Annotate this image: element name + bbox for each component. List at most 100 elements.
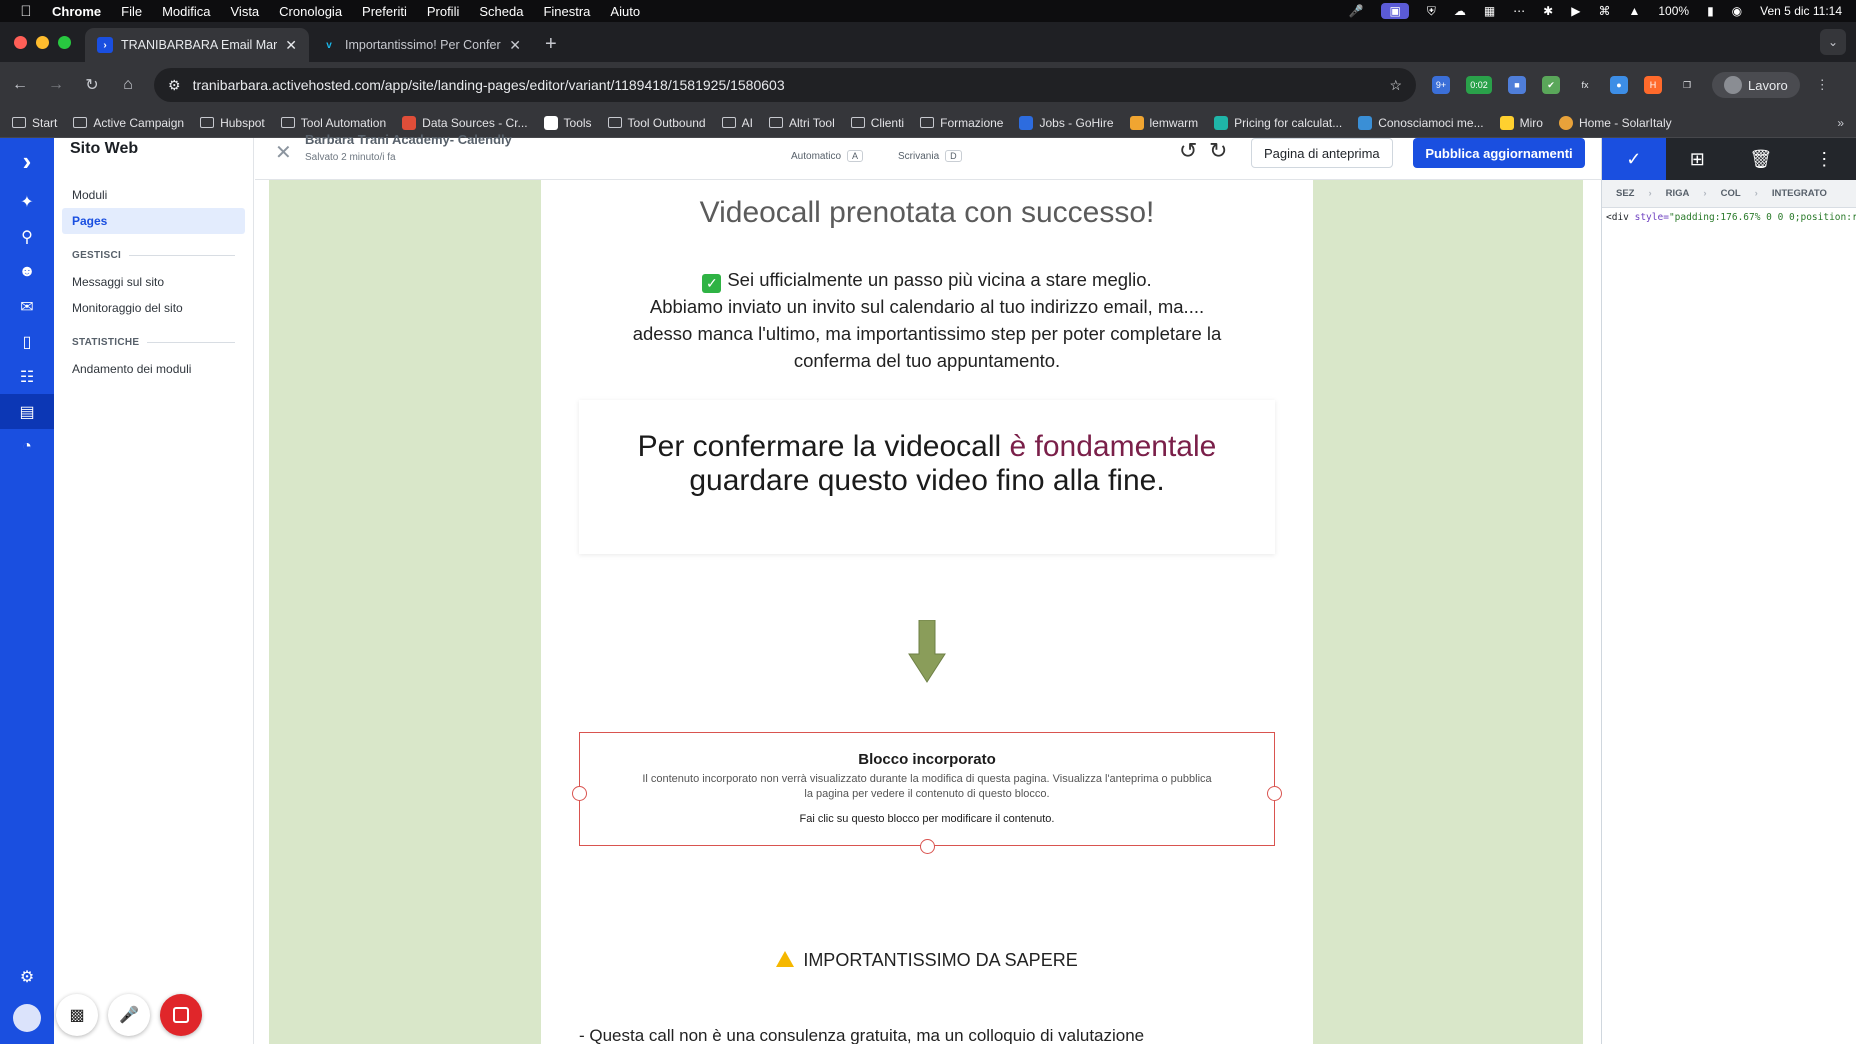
sidebar-item-monitoraggio[interactable]: Monitoraggio del sito: [62, 295, 245, 321]
bluetooth-icon[interactable]: ✱: [1543, 4, 1553, 18]
reports-icon[interactable]: ◔: [0, 429, 54, 464]
sidebar-item-andamento[interactable]: Andamento dei moduli: [62, 356, 245, 382]
delete-trash-icon[interactable]: 🗑: [1729, 138, 1793, 180]
preview-button[interactable]: Pagina di anteprima: [1251, 138, 1393, 168]
home-icon[interactable]: ⌂: [118, 76, 138, 94]
bookmark-ai[interactable]: AI: [721, 116, 753, 130]
bookmark-tools[interactable]: Tools: [543, 115, 592, 130]
bookmark-star-icon[interactable]: ☆: [1389, 77, 1402, 94]
resize-handle-bottom[interactable]: [920, 839, 935, 854]
search-icon[interactable]: ⚲: [0, 219, 54, 254]
clock[interactable]: Ven 5 dic 11:14: [1760, 4, 1842, 18]
sidebar-item-messaggi[interactable]: Messaggi sul sito: [62, 269, 245, 295]
email-icon[interactable]: ✉: [0, 289, 54, 324]
profile-button[interactable]: Lavoro: [1712, 72, 1800, 98]
stop-recording-button[interactable]: [160, 994, 202, 1036]
screen-share-icon[interactable]: ▣: [1381, 3, 1409, 19]
close-editor-icon[interactable]: ✕: [275, 140, 292, 165]
cloud-icon[interactable]: ☁: [1454, 4, 1466, 18]
contacts-icon[interactable]: ☻: [0, 254, 54, 289]
site-settings-icon[interactable]: ⚙: [168, 77, 181, 94]
mode-automatic[interactable]: Automatico A: [791, 150, 864, 162]
apple-icon[interactable]: : [0, 3, 52, 20]
confirm-callout-box[interactable]: Per confermare la videocall è fondamenta…: [579, 400, 1275, 554]
tab-search-button[interactable]: ⌄: [1820, 29, 1846, 55]
menu-file[interactable]: File: [121, 4, 142, 19]
settings-gear-icon[interactable]: ⚙: [0, 959, 54, 994]
crumb-row[interactable]: RIGA: [1652, 188, 1704, 199]
bookmark-solaritaly[interactable]: Home - SolarItaly: [1558, 115, 1672, 130]
shield-icon[interactable]: ⛨: [1427, 4, 1436, 19]
crumb-embed[interactable]: INTEGRATO: [1758, 188, 1841, 199]
bookmark-formazione[interactable]: Formazione: [920, 116, 1003, 130]
grid-icon[interactable]: ▦: [1484, 4, 1495, 18]
page-content-column[interactable]: Videocall prenotata con successo! ✓ Sei u…: [541, 180, 1313, 1044]
new-tab-button[interactable]: +: [533, 33, 569, 62]
page-name[interactable]: Barbara Trani Academy- Calendly: [305, 132, 512, 147]
more-bookmarks-icon[interactable]: »: [1837, 116, 1844, 130]
minimize-window-button[interactable]: [36, 35, 49, 49]
automation-icon[interactable]: ☷: [0, 359, 54, 394]
bookmark-start[interactable]: Start: [12, 116, 57, 130]
signal-icon[interactable]: ▲: [1628, 4, 1640, 18]
extension-icon[interactable]: 9+: [1432, 76, 1450, 94]
bookmark-pricing[interactable]: Pricing for calculat...: [1214, 115, 1342, 130]
play-circle-icon[interactable]: ▶: [1571, 4, 1580, 18]
user-avatar[interactable]: [13, 1004, 41, 1032]
microphone-icon[interactable]: 🎤: [1349, 4, 1364, 18]
page-headline[interactable]: Videocall prenotata con successo!: [541, 196, 1313, 230]
bookmark-hubspot[interactable]: Hubspot: [200, 116, 265, 130]
bookmark-tool-automation[interactable]: Tool Automation: [280, 116, 386, 130]
close-window-button[interactable]: [14, 35, 27, 49]
puzzle-icon[interactable]: ❐: [1678, 76, 1696, 94]
menu-preferiti[interactable]: Preferiti: [362, 4, 407, 19]
crumb-column[interactable]: COL: [1707, 188, 1755, 199]
microphone-icon[interactable]: 🎤: [108, 994, 150, 1036]
bookmark-conosciamoci[interactable]: Conosciamoci me...: [1358, 115, 1484, 130]
wifi-icon[interactable]: ⌘: [1598, 4, 1610, 18]
url-text[interactable]: tranibarbara.activehosted.com/app/site/l…: [193, 77, 1378, 93]
extension-icon[interactable]: ✔: [1542, 76, 1560, 94]
maximize-window-button[interactable]: [58, 35, 71, 49]
important-heading[interactable]: IMPORTANTISSIMO DA SAPERE: [541, 950, 1313, 971]
crumb-section[interactable]: SEZ: [1602, 188, 1648, 199]
bookmark-data-sources[interactable]: Data Sources - Cr...: [402, 115, 528, 130]
battery-icon[interactable]: ▮: [1707, 4, 1714, 18]
menu-finestra[interactable]: Finestra: [543, 4, 590, 19]
embed-code-textarea[interactable]: <div style="padding:176.67% 0 0 0;positi…: [1602, 208, 1856, 227]
menu-cronologia[interactable]: Cronologia: [279, 4, 342, 19]
bookmark-tool-outbound[interactable]: Tool Outbound: [607, 116, 706, 130]
website-icon[interactable]: ▤: [0, 394, 54, 429]
resize-handle-left[interactable]: [572, 786, 587, 801]
menu-app[interactable]: Chrome: [52, 4, 101, 19]
activecampaign-logo-icon[interactable]: ›: [0, 138, 54, 184]
bookmark-active-campaign[interactable]: Active Campaign: [73, 116, 184, 130]
bookmark-lemwarm[interactable]: lemwarm: [1129, 115, 1198, 130]
duplicate-block-icon[interactable]: ⊞: [1666, 138, 1730, 180]
back-icon[interactable]: ←: [10, 76, 30, 94]
confirm-check-icon[interactable]: ✓: [1602, 138, 1666, 180]
sidebar-item-pages[interactable]: Pages: [62, 208, 245, 234]
address-bar[interactable]: ⚙ tranibarbara.activehosted.com/app/site…: [154, 68, 1416, 102]
function-extension-icon[interactable]: fx: [1576, 76, 1594, 94]
bookmark-gohire[interactable]: Jobs - GoHire: [1019, 115, 1114, 130]
timer-extension-icon[interactable]: 0:02: [1466, 76, 1492, 94]
close-tab-icon[interactable]: ✕: [285, 37, 297, 54]
reload-icon[interactable]: ↻: [82, 75, 102, 95]
forward-icon[interactable]: →: [46, 76, 66, 94]
close-tab-icon[interactable]: ✕: [509, 37, 521, 54]
tab-activecampaign[interactable]: › TRANIBARBARA Email Marketing ✕: [85, 28, 309, 62]
hubspot-extension-icon[interactable]: H: [1644, 76, 1662, 94]
menu-vista[interactable]: Vista: [231, 4, 260, 19]
bookmark-miro[interactable]: Miro: [1499, 115, 1543, 130]
info-bullet[interactable]: - Questa call non è una consulenza gratu…: [579, 1026, 1299, 1044]
menu-scheda[interactable]: Scheda: [479, 4, 523, 19]
embed-block[interactable]: Blocco incorporato Il contenuto incorpor…: [579, 732, 1275, 846]
menu-profili[interactable]: Profili: [427, 4, 460, 19]
bookmark-clienti[interactable]: Clienti: [850, 116, 904, 130]
chrome-menu-icon[interactable]: ⋮: [1816, 77, 1829, 93]
undo-icon[interactable]: ↺: [1179, 138, 1197, 164]
publish-button[interactable]: Pubblica aggiornamenti: [1413, 138, 1585, 168]
sidebar-item-moduli[interactable]: Moduli: [62, 182, 245, 208]
control-center-icon[interactable]: ◉: [1732, 4, 1742, 18]
